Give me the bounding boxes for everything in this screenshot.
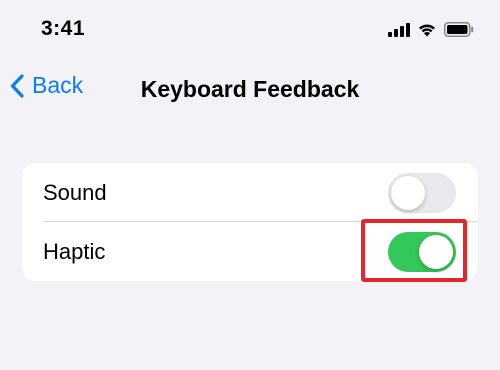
cellular-signal-icon [388,22,410,37]
haptic-label: Haptic [43,238,106,264]
status-bar: 3:41 [0,0,500,60]
highlight-annotation [361,219,467,282]
back-button[interactable]: Back [10,72,83,99]
back-button-label: Back [32,72,84,98]
sound-toggle[interactable] [388,172,456,213]
navigation-bar: Keyboard Feedback Back [0,66,500,110]
battery-icon [444,22,474,37]
status-time: 3:41 [41,17,86,40]
settings-row-sound: Sound [22,163,478,222]
toggle-knob [391,175,425,210]
screen: 3:41 Keyboard Feedback Back Sound Haptic [0,0,500,370]
sound-label: Sound [43,179,107,205]
status-icons [388,22,474,37]
wifi-icon [417,22,437,37]
chevron-left-icon [10,73,32,98]
